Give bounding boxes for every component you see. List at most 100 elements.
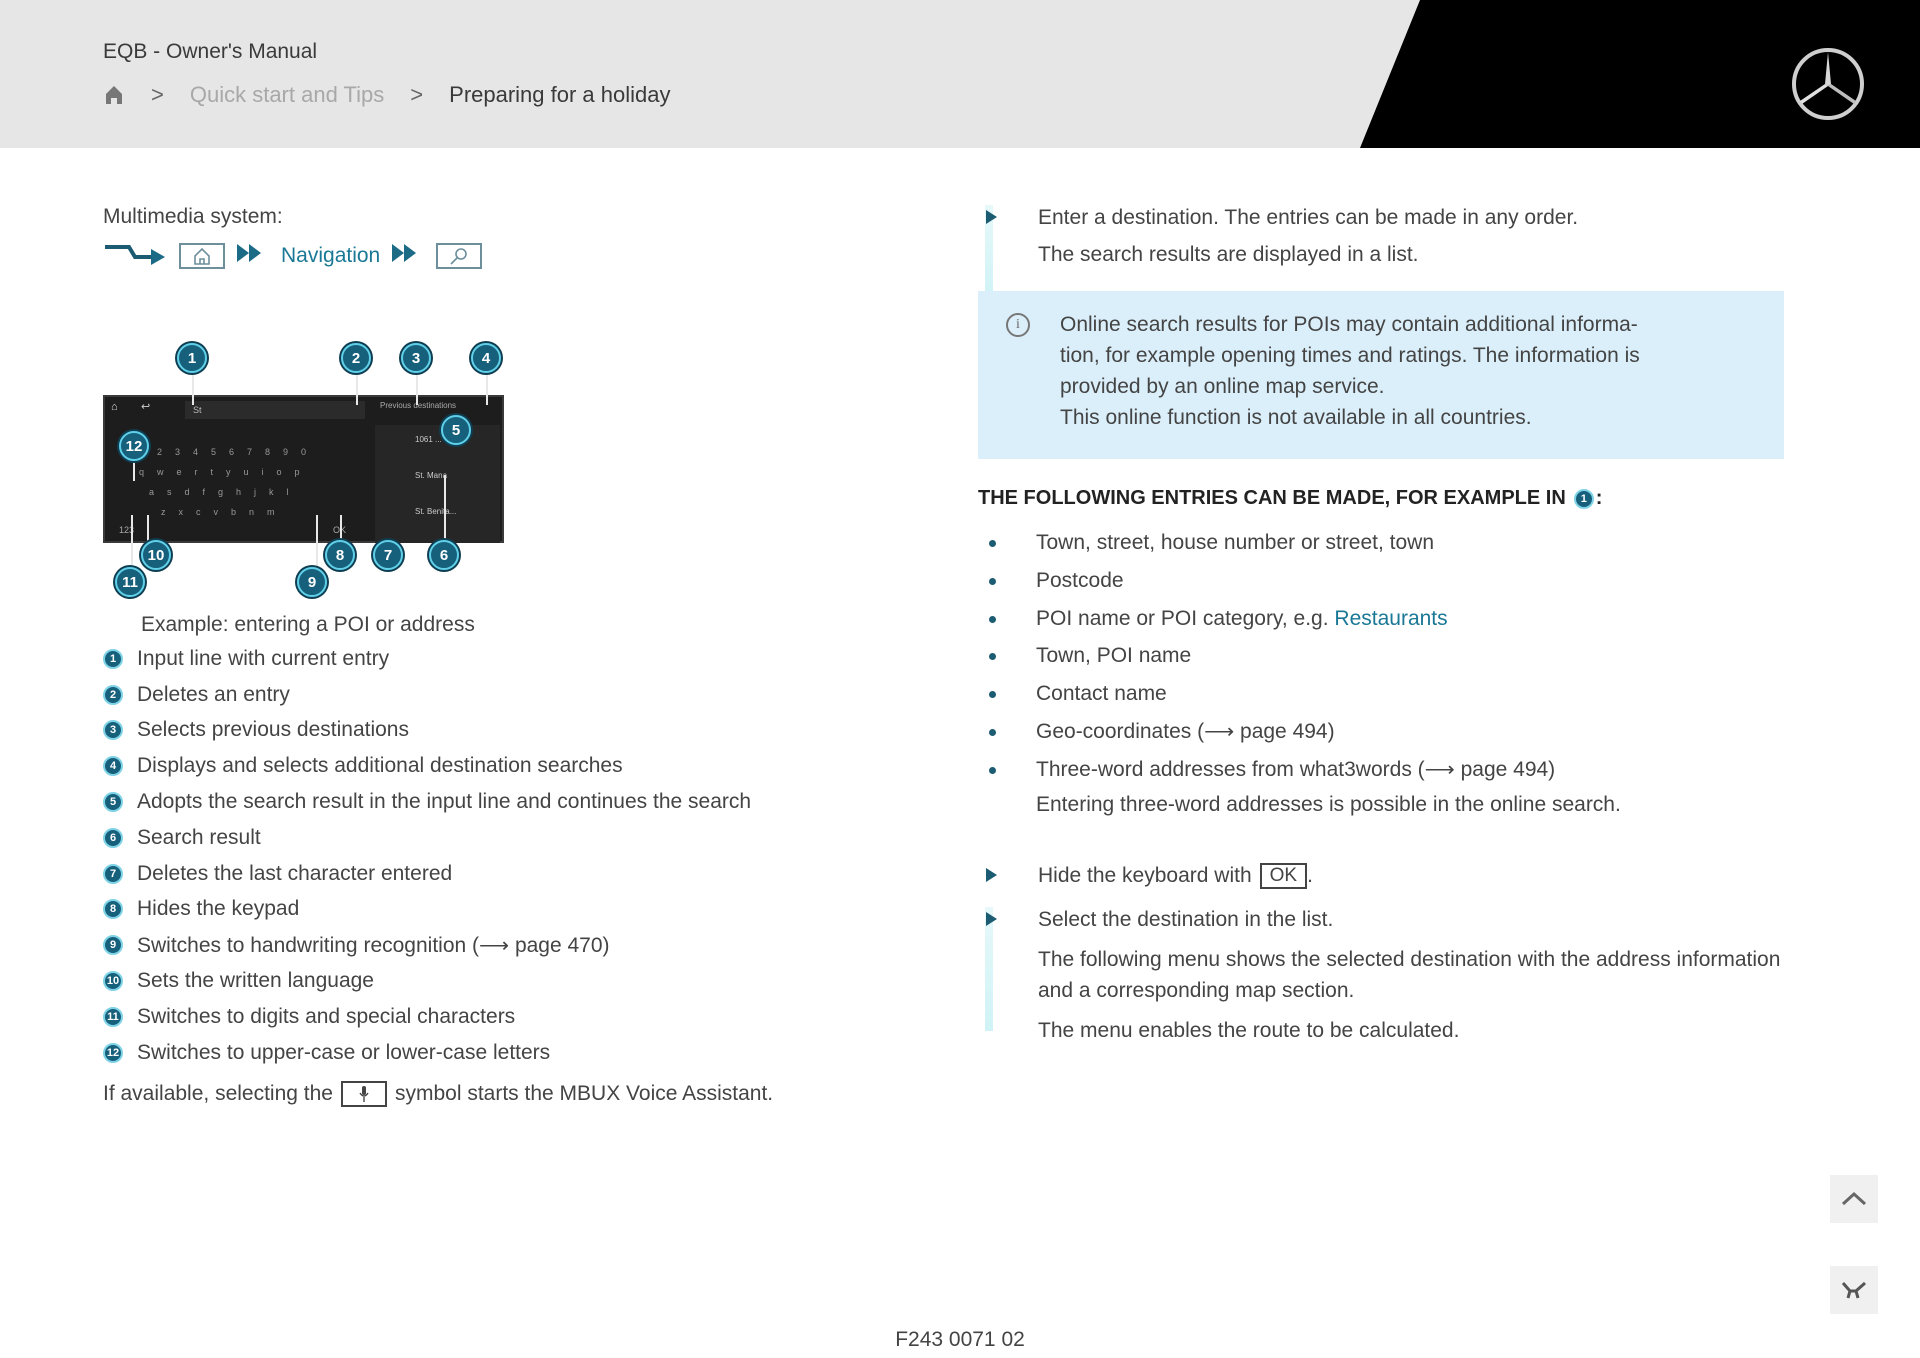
legend-item: 2 Deletes an entry xyxy=(103,677,863,713)
list-item: Contact name xyxy=(978,679,1784,717)
step-text: Enter a destination. The entries can be … xyxy=(1038,206,1579,229)
instruction-step-hide-keyboard: Hide the keyboard with OK . xyxy=(978,862,1784,889)
home-icon[interactable] xyxy=(103,84,125,106)
callout-badge-1: 1 xyxy=(103,648,123,669)
screen-previous-destinations: Previous destinations xyxy=(380,401,457,410)
list-item-text: Geo-coordinates (⟶ page 494) xyxy=(1036,719,1335,743)
legend-text: Switches to digits and special character… xyxy=(137,1004,516,1028)
search-icon xyxy=(436,243,483,269)
document-title: EQB - Owner's Manual xyxy=(103,40,318,63)
screen-back-icon: ↩ xyxy=(141,401,151,413)
callout-2: 2 xyxy=(341,343,371,373)
legend-item: 5 Adopts the search result in the input l… xyxy=(103,784,863,820)
voice-assistant-note: If available, selecting the symbol start… xyxy=(103,1080,863,1107)
list-item-text: Contact name xyxy=(1036,682,1167,706)
list-item: Town, street, house number or street, to… xyxy=(978,528,1784,566)
callout-8: 8 xyxy=(325,540,355,570)
voice-note-before: If available, selecting the xyxy=(103,1081,333,1105)
breadcrumb-current: Preparing for a holiday xyxy=(449,82,671,107)
list-item-text: Postcode xyxy=(1036,568,1124,592)
multimedia-label: Multimedia system: xyxy=(103,205,283,228)
right-column: Enter a destination. The entries can be … xyxy=(978,205,1784,1055)
entries-list: Town, street, house number or street, to… xyxy=(978,528,1784,793)
list-item: Town, POI name xyxy=(978,641,1784,679)
mercedes-star-logo[interactable] xyxy=(1790,46,1866,122)
breadcrumb-link-quick-start[interactable]: Quick start and Tips xyxy=(190,82,384,108)
legend-item: 12 Switches to upper-case or lower-case l… xyxy=(103,1035,863,1071)
callout-badge-2: 2 xyxy=(103,684,123,705)
screen-result: St. Mana xyxy=(415,471,448,480)
list-item-text: Three-word addresses from what3words (⟶ … xyxy=(1036,757,1556,781)
step-text-end: . xyxy=(1307,864,1313,888)
page-header: EQB - Owner's Manual > Quick start and T… xyxy=(0,0,1920,148)
callout-badge-6: 6 xyxy=(103,827,123,848)
callout-7: 7 xyxy=(373,540,403,570)
bookmark-button[interactable] xyxy=(1830,1266,1878,1314)
menu-path: Navigation xyxy=(103,239,863,273)
list-item-text: POI name or POI category, e.g. xyxy=(1036,606,1329,630)
scroll-top-button[interactable] xyxy=(1830,1175,1878,1223)
section-heading-colon: : xyxy=(1595,487,1603,509)
callout-badge-10: 10 xyxy=(103,971,123,992)
bullet-note: Entering three-word addresses is possibl… xyxy=(1036,792,1621,816)
breadcrumb: > Quick start and Tips > Preparing for a… xyxy=(103,82,671,108)
list-item-text: Town, POI name xyxy=(1036,644,1192,668)
legend-text: Hides the keypad xyxy=(137,897,300,921)
callout-badge-12: 12 xyxy=(103,1042,123,1063)
callout-badge-7: 7 xyxy=(103,863,123,884)
screen-results-panel: 1061 ... St. Mana St. Benita... xyxy=(375,425,500,543)
step-text: Hide the keyboard with xyxy=(1038,864,1252,888)
info-box: i Online search results for POIs may con… xyxy=(978,291,1784,459)
step-arrow-icon xyxy=(986,210,997,224)
callout-leader xyxy=(444,475,446,545)
callout-leader xyxy=(316,515,318,575)
info-line: provided by an online map service. xyxy=(1060,375,1385,398)
section-heading-text: THE FOLLOWING ENTRIES CAN BE MADE, FOR E… xyxy=(978,487,1566,509)
callout-3: 3 xyxy=(401,343,431,373)
callout-9: 9 xyxy=(297,567,327,597)
legend-item: 9 Switches to handwriting recognition (⟶ … xyxy=(103,927,863,963)
callout-1: 1 xyxy=(177,343,207,373)
left-column: Multimedia system: Navigation ⌂ ↩ St Pre… xyxy=(103,205,863,1107)
step-subtext: The menu enables the route to be calcula… xyxy=(1038,1018,1460,1042)
legend-text: Selects previous destinations xyxy=(137,718,409,742)
info-line: This online function is not available in… xyxy=(1060,406,1532,429)
step-arrow-icon xyxy=(986,911,997,926)
list-item: POI name or POI category, e.g. Restauran… xyxy=(978,604,1784,642)
bookmark-icon xyxy=(1841,1281,1866,1299)
legend-text: Sets the written language xyxy=(137,969,374,993)
double-chevron-icon xyxy=(235,242,265,270)
callout-badge-9: 9 xyxy=(103,935,123,956)
screen-result: 1061 ... xyxy=(415,435,442,444)
home-button-icon xyxy=(179,243,225,269)
multimedia-screen-figure: ⌂ ↩ St Previous destinations 1234567890 … xyxy=(103,335,523,597)
callout-leader xyxy=(416,369,418,405)
legend-item: 8 Hides the keypad xyxy=(103,892,863,928)
callout-leader xyxy=(192,369,194,405)
legend-text: Deletes the last character entered xyxy=(137,861,453,885)
legend-text: Deletes an entry xyxy=(137,682,290,706)
keyboard-row: asdfghjkl xyxy=(149,487,302,497)
legend-item: 1 Input line with current entry xyxy=(103,641,863,677)
microphone-icon xyxy=(340,1080,387,1107)
step-subtext: The search results are displayed in a li… xyxy=(1038,243,1419,266)
keyboard-row: 1234567890 xyxy=(139,447,320,457)
instruction-step-select-destination: Select the destination in the list. The … xyxy=(978,906,1784,1043)
info-icon: i xyxy=(1006,313,1030,337)
list-item-text: Town, street, house number or street, to… xyxy=(1036,531,1435,554)
navigation-label: Navigation xyxy=(281,244,381,267)
double-chevron-icon xyxy=(390,242,420,270)
screen-result: St. Benita... xyxy=(415,507,457,516)
step-arrow-icon xyxy=(986,867,997,882)
callout-10: 10 xyxy=(141,540,171,570)
callout-6: 6 xyxy=(429,540,459,570)
keyboard-row: zxcvbnm xyxy=(161,507,288,517)
restaurants-link[interactable]: Restaurants xyxy=(1334,607,1447,630)
callout-leader xyxy=(486,369,488,405)
legend-item: 4 Displays and selects additional destina… xyxy=(103,748,863,784)
screen-input-line: St xyxy=(185,401,365,419)
legend-text: Displays and selects additional destinat… xyxy=(137,754,623,778)
legend-text: Input line with current entry xyxy=(137,646,390,670)
legend-text: Switches to handwriting recognition (⟶ p… xyxy=(137,933,610,957)
info-line: tion, for example opening times and rati… xyxy=(1060,344,1640,367)
